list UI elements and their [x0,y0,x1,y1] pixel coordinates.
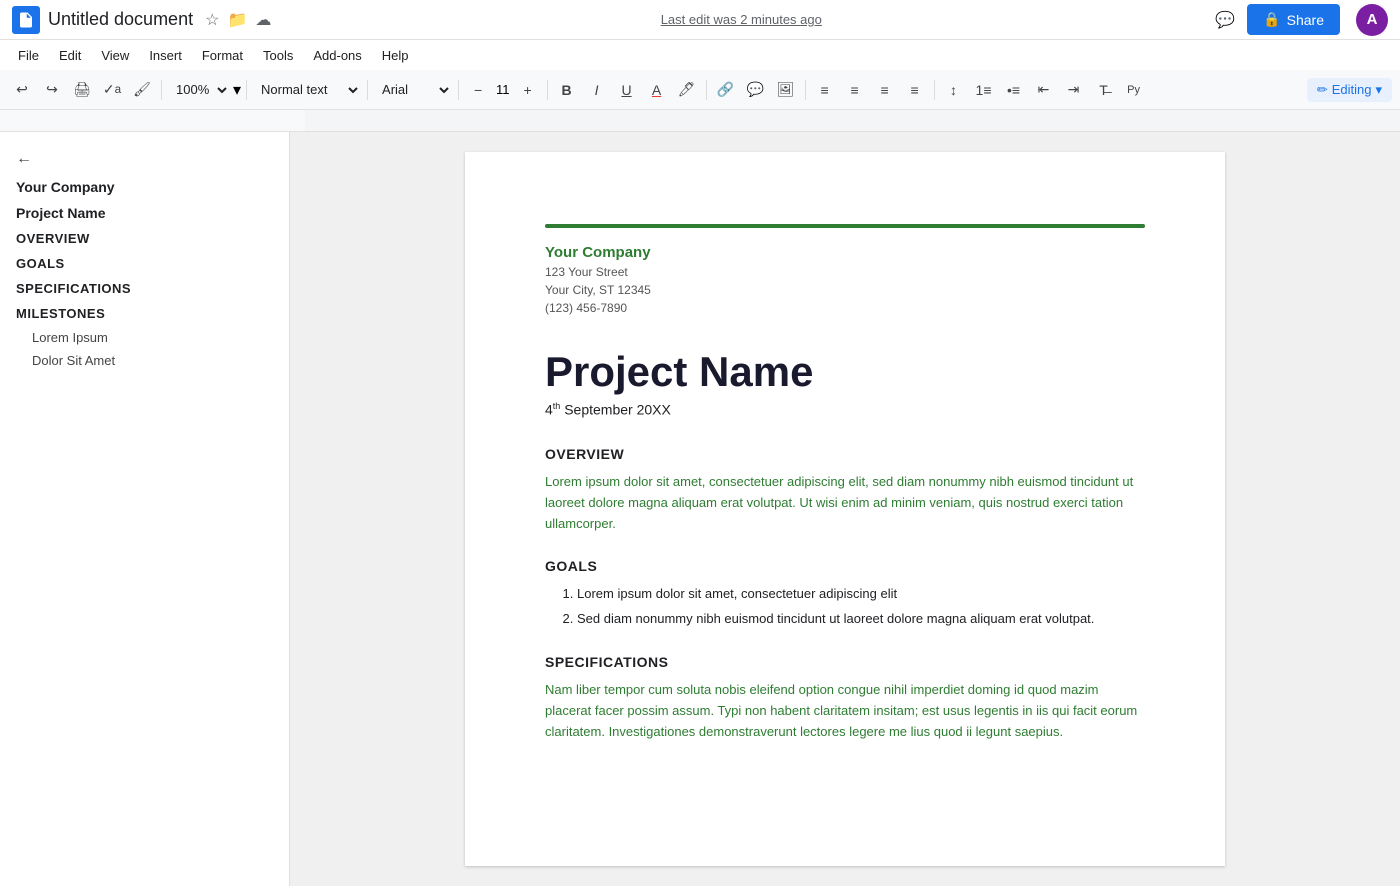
app-icon [12,6,40,34]
decrease-indent-button[interactable]: ⇤ [1030,76,1058,104]
menu-addons[interactable]: Add-ons [303,44,371,67]
main-layout: ← Your Company Project Name OVERVIEW GOA… [0,132,1400,886]
menu-format[interactable]: Format [192,44,253,67]
numbered-list-button[interactable]: 1≡ [970,76,998,104]
separator4 [458,80,459,100]
ruler [0,110,1400,132]
goals-list: Lorem ipsum dolor sit amet, consectetuer… [545,584,1145,630]
project-title[interactable]: Project Name [545,347,1145,397]
star-icon[interactable]: ☆ [205,10,219,30]
justify-button[interactable]: ≡ [901,76,929,104]
folder-icon[interactable]: 📁 [227,10,247,30]
pencil-icon: ✏ [1317,82,1328,98]
lock-icon: 🔒 [1263,11,1280,28]
document-page: Your Company 123 Your Street Your City, … [465,152,1225,866]
back-arrow-icon: ← [16,150,32,168]
link-button[interactable]: 🔗 [712,76,740,104]
bulleted-list-button[interactable]: •≡ [1000,76,1028,104]
goals-item-2[interactable]: Sed diam nonummy nibh euismod tincidunt … [577,609,1145,630]
sidebar-item-milestones[interactable]: MILESTONES [0,301,289,326]
spellcheck-button[interactable]: ✓a [98,76,126,104]
overview-body[interactable]: Lorem ipsum dolor sit amet, consectetuer… [545,472,1145,534]
cloud-icon[interactable]: ☁ [255,10,271,30]
align-center-button[interactable]: ≡ [841,76,869,104]
align-left-button[interactable]: ≡ [811,76,839,104]
bold-button[interactable]: B [553,76,581,104]
redo-button[interactable]: ↪ [38,76,66,104]
menu-bar: File Edit View Insert Format Tools Add-o… [0,40,1400,70]
zoom-select[interactable]: 100% [167,77,231,103]
sidebar-item-goals[interactable]: GOALS [0,251,289,276]
goals-item-1[interactable]: Lorem ipsum dolor sit amet, consectetuer… [577,584,1145,605]
separator2 [246,80,247,100]
menu-edit[interactable]: Edit [49,44,91,67]
document-outline-sidebar: ← Your Company Project Name OVERVIEW GOA… [0,132,290,886]
separator8 [934,80,935,100]
print-button[interactable]: 🖨 [68,76,96,104]
specifications-body[interactable]: Nam liber tempor cum soluta nobis eleife… [545,680,1145,742]
separator5 [547,80,548,100]
menu-tools[interactable]: Tools [253,44,303,67]
undo-button[interactable]: ↩ [8,76,36,104]
sidebar-item-specifications[interactable]: SPECIFICATIONS [0,276,289,301]
font-size-value[interactable]: 11 [493,82,513,97]
increase-indent-button[interactable]: ⇥ [1060,76,1088,104]
align-right-button[interactable]: ≡ [871,76,899,104]
font-select[interactable]: Arial [373,77,453,103]
comment-button[interactable]: 💬 [742,76,770,104]
menu-insert[interactable]: Insert [139,44,192,67]
line-spacing-button[interactable]: ↕ [940,76,968,104]
sidebar-subitem-lorem[interactable]: Lorem Ipsum [0,326,289,349]
dropdown-icon: ▾ [1375,82,1382,98]
font-size-control: − 11 + [464,76,542,104]
header-green-line [545,224,1145,228]
chat-icon[interactable]: 💬 [1211,6,1239,34]
document-area[interactable]: Your Company 123 Your Street Your City, … [290,132,1400,886]
text-color-button[interactable]: A [643,76,671,104]
title-bar: Untitled document ☆ 📁 ☁ Last edit was 2 … [0,0,1400,40]
share-button[interactable]: 🔒 Share [1247,4,1340,35]
highlight-button[interactable]: 🖊 [673,76,701,104]
zoom-chevron: ▾ [233,80,241,100]
sidebar-item-company[interactable]: Your Company [0,174,289,200]
clear-format-button[interactable]: T̶ [1090,76,1118,104]
font-size-decrease[interactable]: − [464,76,492,104]
project-date[interactable]: 4th September 20XX [545,401,1145,418]
address-line1[interactable]: 123 Your Street [545,263,1145,281]
phone[interactable]: (123) 456-7890 [545,299,1145,317]
overview-heading[interactable]: OVERVIEW [545,446,1145,462]
editing-mode-button[interactable]: ✏ Editing ▾ [1307,78,1392,102]
sidebar-item-project-name[interactable]: Project Name [0,200,289,226]
python-button[interactable]: Py [1120,76,1148,104]
paint-format-button[interactable]: 🖌 [128,76,156,104]
separator6 [706,80,707,100]
user-avatar[interactable]: A [1356,4,1388,36]
menu-file[interactable]: File [8,44,49,67]
menu-view[interactable]: View [91,44,139,67]
sidebar-item-overview[interactable]: OVERVIEW [0,226,289,251]
font-size-increase[interactable]: + [514,76,542,104]
separator3 [367,80,368,100]
address-line2[interactable]: Your City, ST 12345 [545,281,1145,299]
company-name[interactable]: Your Company [545,244,1145,261]
italic-button[interactable]: I [583,76,611,104]
menu-help[interactable]: Help [372,44,419,67]
specifications-heading[interactable]: SPECIFICATIONS [545,654,1145,670]
image-button[interactable]: 🖼 [772,76,800,104]
separator7 [805,80,806,100]
last-edit[interactable]: Last edit was 2 minutes ago [661,12,822,27]
goals-heading[interactable]: GOALS [545,558,1145,574]
sidebar-subitem-dolor[interactable]: Dolor Sit Amet [0,349,289,372]
toolbar: ↩ ↪ 🖨 ✓a 🖌 100% ▾ Normal text Arial − 11… [0,70,1400,110]
zoom-control[interactable]: 100% ▾ [167,77,241,103]
separator [161,80,162,100]
underline-button[interactable]: U [613,76,641,104]
doc-title[interactable]: Untitled document [48,9,193,30]
text-style-select[interactable]: Normal text [252,77,362,103]
sidebar-back-button[interactable]: ← [0,144,289,174]
